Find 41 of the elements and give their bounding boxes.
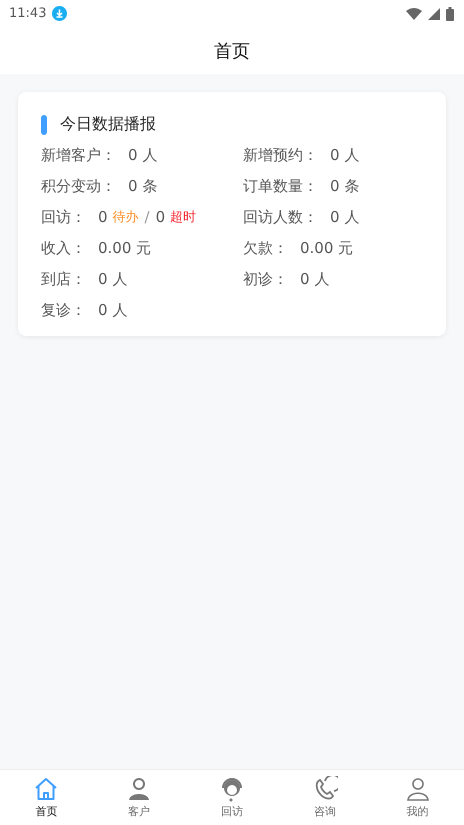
nav-tab[interactable]: 回访 — [186, 770, 278, 825]
nav-tab[interactable]: 我的 — [371, 770, 464, 825]
stat-value: 0 人 — [330, 146, 360, 164]
signal-icon — [428, 8, 440, 20]
status-tag: 待办 — [112, 208, 139, 226]
home-icon — [33, 776, 60, 802]
battery-icon — [446, 6, 454, 20]
stat-value: 0.00 元 — [300, 238, 354, 258]
stat-value: 0 人 — [300, 270, 330, 288]
stat-label: 回访： — [41, 208, 86, 226]
stat-value: 0.00 元 — [98, 238, 152, 258]
stat-value: 0 — [156, 208, 166, 226]
accent-bar — [41, 114, 47, 134]
stat-value: 0 — [98, 208, 108, 226]
stat-label: 初诊： — [243, 270, 288, 288]
stat-label: 积分变动： — [41, 176, 116, 196]
status-time: 11:43 — [9, 6, 46, 21]
stat-value: 0 人 — [98, 300, 128, 320]
stat-value: 0 人 — [128, 146, 158, 164]
stat-label: 复诊： — [41, 300, 86, 320]
stat-label: 到店： — [41, 270, 86, 288]
stat-label: 新增客户： — [41, 146, 116, 164]
separator: / — [144, 208, 150, 226]
stat-label: 新增预约： — [243, 146, 318, 164]
nav-tab[interactable]: 首页 — [0, 770, 93, 825]
card-title: 今日数据播报 — [60, 114, 156, 135]
stat-label: 收入： — [41, 238, 86, 258]
nav-tab[interactable]: 咨询 — [278, 770, 372, 825]
page-title: 首页 — [214, 40, 250, 62]
stat-value: 0 条 — [128, 176, 158, 196]
user-icon — [404, 776, 431, 802]
stat-value: 0 人 — [98, 270, 128, 288]
stat-label: 欠款： — [243, 238, 288, 258]
stat-value: 0 人 — [330, 208, 360, 226]
status-tag: 超时 — [170, 208, 196, 226]
wifi-icon — [406, 8, 422, 20]
stat-label: 订单数量： — [243, 176, 318, 196]
stat-value: 0 条 — [330, 176, 360, 196]
download-icon — [52, 6, 68, 21]
stat-label: 回访人数： — [243, 208, 318, 226]
nav-tab[interactable]: 客户 — [92, 770, 186, 825]
